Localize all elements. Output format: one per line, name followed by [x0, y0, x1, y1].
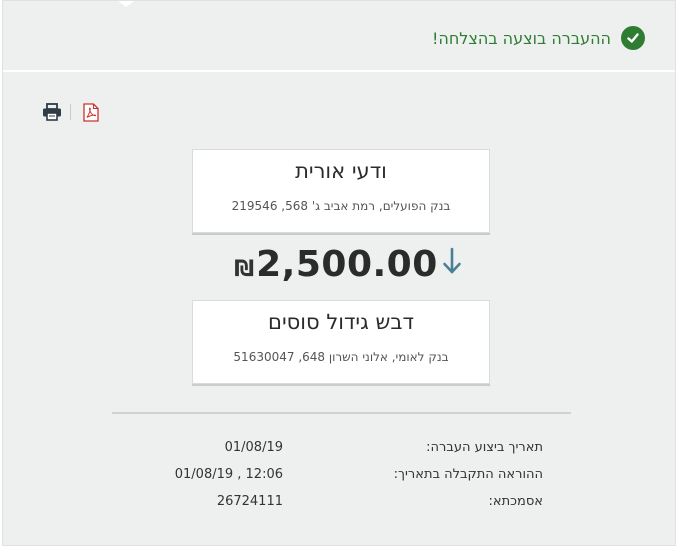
detail-row-reference: 26724111 אסמכתא: — [163, 488, 543, 515]
recipient-bank-details: בנק לאומי, אלוני השרון 648, 51630047 — [233, 350, 449, 364]
check-circle-icon — [621, 26, 645, 50]
arrow-down-icon — [442, 247, 462, 279]
received-date-value: 01/08/19 , 12:06 — [174, 467, 283, 482]
pdf-icon[interactable] — [80, 101, 102, 123]
transfer-details: 01/08/19 תאריך ביצוע העברה: 01/08/19 , 1… — [163, 434, 543, 515]
detail-row-execution-date: 01/08/19 תאריך ביצוע העברה: — [163, 434, 543, 461]
sender-name: ודעי אורית — [295, 159, 387, 183]
execution-date-value: 01/08/19 — [224, 440, 283, 455]
currency-symbol: ₪ — [234, 257, 255, 282]
transfer-confirmation-panel: ההעברה בוצעה בהצלחה! ודעי אורית בנק הפוע… — [2, 0, 676, 546]
printer-icon[interactable] — [41, 101, 63, 123]
reference-value: 26724111 — [216, 494, 283, 509]
success-header: ההעברה בוצעה בהצלחה! — [3, 1, 675, 72]
sender-bank-details: בנק הפועלים, רמת אביב ג' 568, 219546 — [231, 199, 451, 213]
transfer-amount-row: ₪ 2,500.00 — [3, 244, 680, 285]
execution-date-label: תאריך ביצוע העברה: — [426, 440, 543, 455]
reference-label: אסמכתא: — [488, 494, 543, 509]
section-divider — [112, 412, 571, 414]
sender-account-card: ודעי אורית בנק הפועלים, רמת אביב ג' 568,… — [192, 149, 490, 233]
success-message-row: ההעברה בוצעה בהצלחה! — [432, 26, 645, 50]
received-date-label: ההוראה התקבלה בתאריך: — [393, 467, 543, 482]
recipient-account-card: דבש גידול סוסים בנק לאומי, אלוני השרון 6… — [192, 300, 490, 384]
recipient-name: דבש גידול סוסים — [268, 310, 414, 334]
detail-row-received-date: 01/08/19 , 12:06 ההוראה התקבלה בתאריך: — [163, 461, 543, 488]
transfer-amount: 2,500.00 — [256, 244, 438, 285]
document-actions — [41, 101, 102, 123]
success-message: ההעברה בוצעה בהצלחה! — [431, 28, 611, 48]
action-separator — [70, 104, 71, 120]
